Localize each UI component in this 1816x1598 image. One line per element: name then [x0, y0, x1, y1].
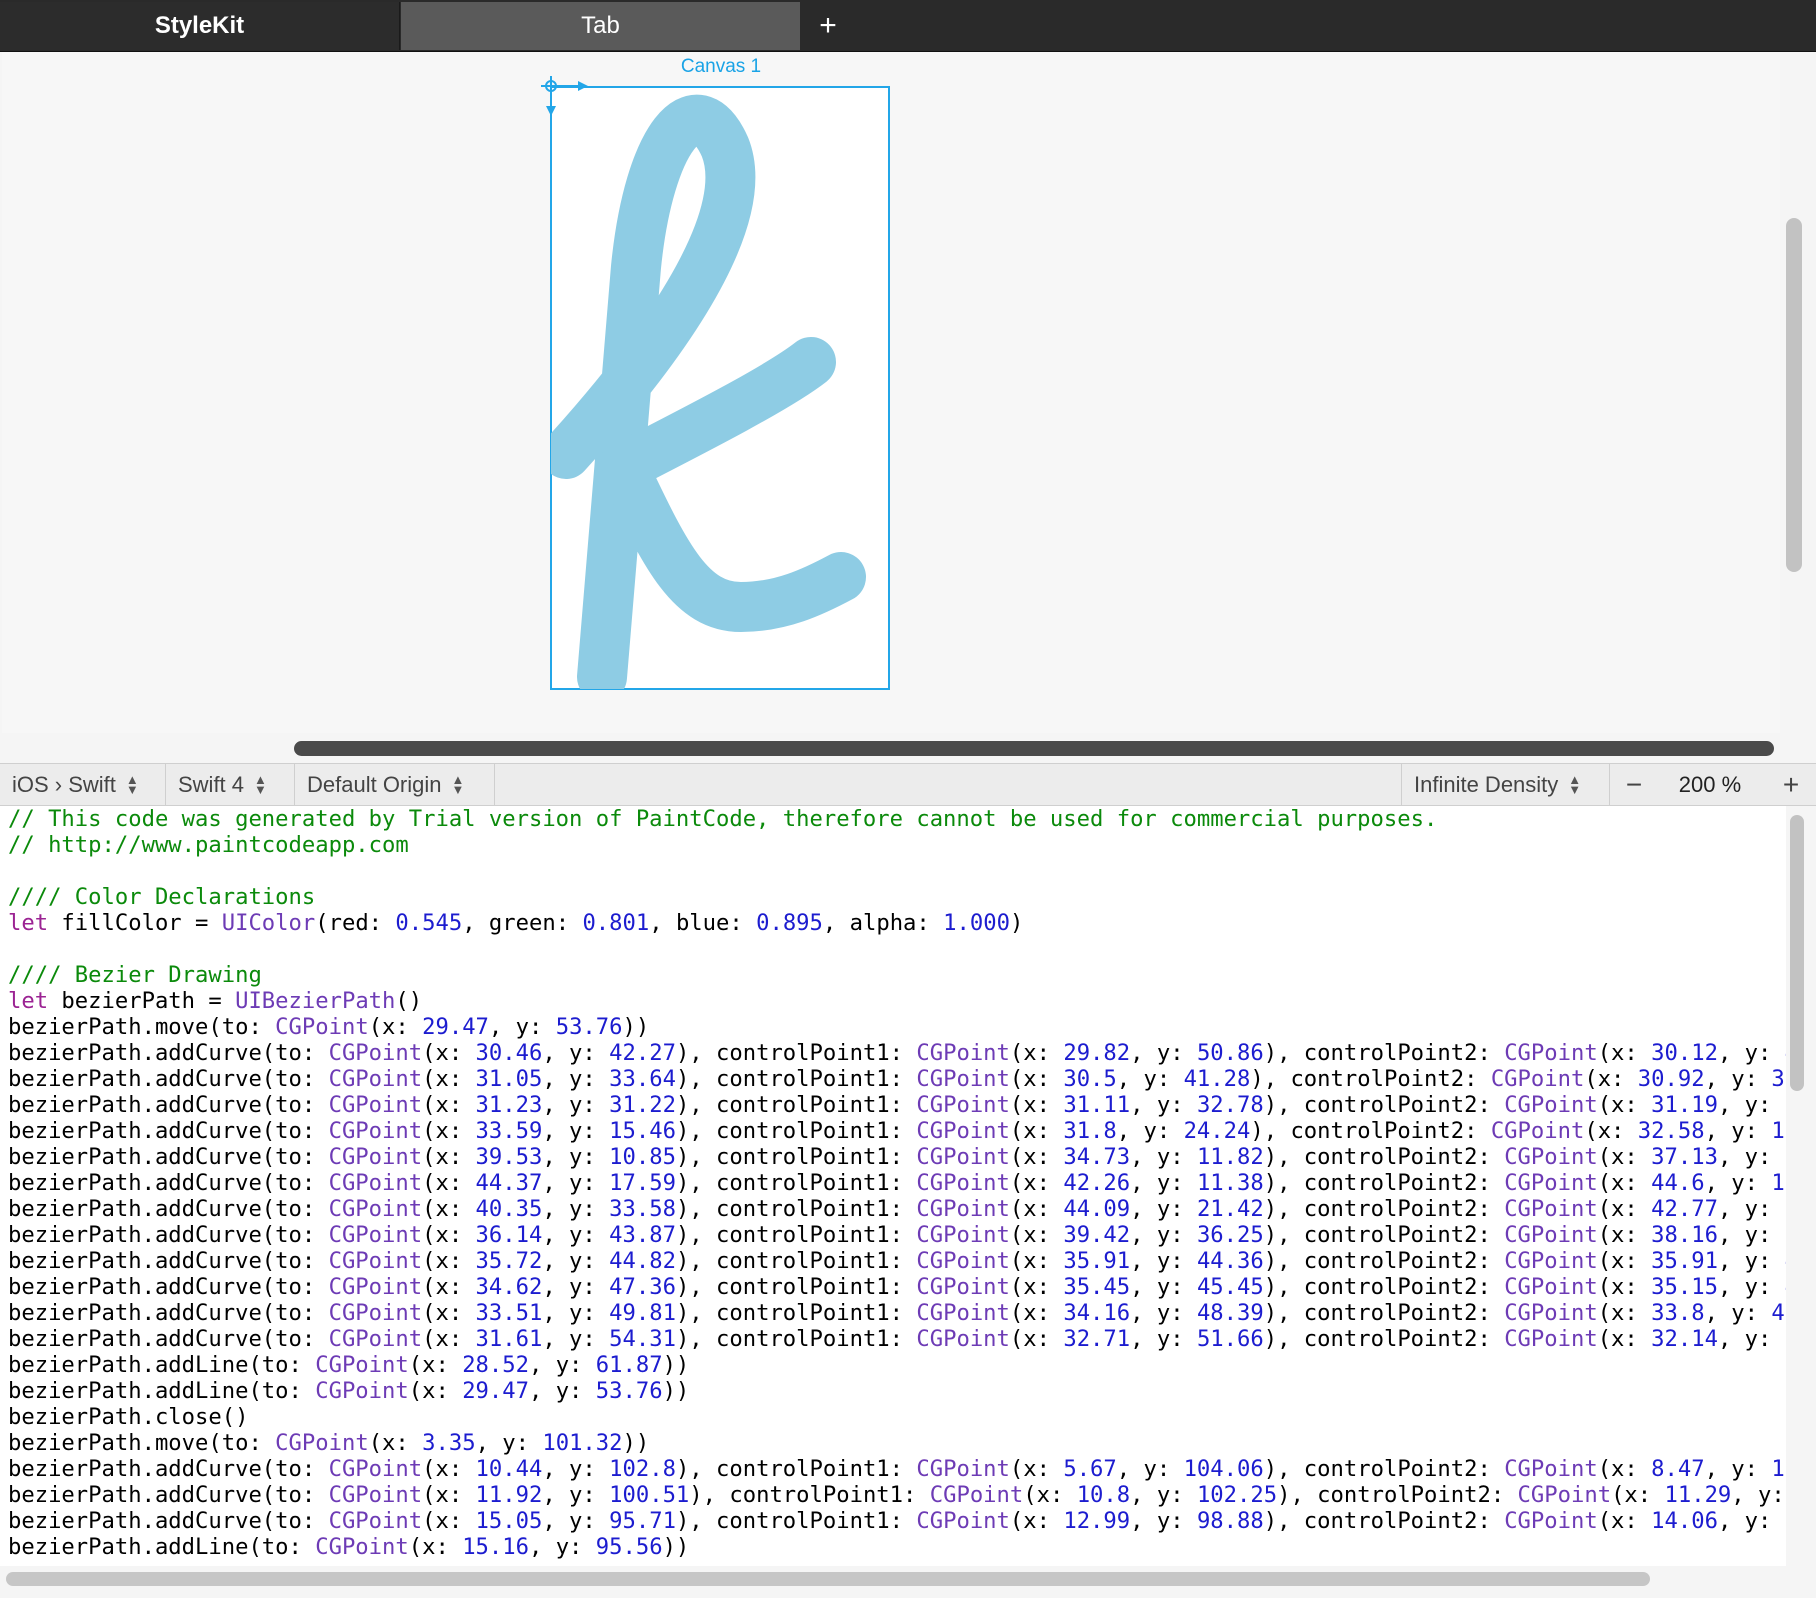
code-line: bezierPath.addCurve(to: CGPoint(x: 34.62… — [8, 1274, 1786, 1300]
code-line: bezierPath.addCurve(to: CGPoint(x: 36.14… — [8, 1222, 1786, 1248]
density-selector[interactable]: Infinite Density ▲ ▼ — [1401, 764, 1610, 805]
zoom-out-button[interactable]: − — [1619, 764, 1649, 805]
generated-code[interactable]: // This code was generated by Trial vers… — [0, 806, 1786, 1560]
swift-version-selector[interactable]: Swift 4 ▲ ▼ — [166, 764, 295, 805]
code-line: bezierPath.addCurve(to: CGPoint(x: 40.35… — [8, 1196, 1786, 1222]
code-line: //// Bezier Drawing — [8, 962, 262, 988]
code-toolbar: iOS › Swift ▲ ▼ Swift 4 ▲ ▼ Default Origin… — [0, 763, 1816, 806]
origin-label: Default Origin — [307, 771, 442, 797]
code-line: bezierPath.addCurve(to: CGPoint(x: 31.61… — [8, 1326, 1786, 1352]
code-line: bezierPath.addCurve(to: CGPoint(x: 11.92… — [8, 1482, 1785, 1508]
code-line: bezierPath.move(to: CGPoint(x: 29.47, y:… — [8, 1014, 650, 1040]
density-label: Infinite Density — [1414, 771, 1559, 797]
code-line: bezierPath.addCurve(to: CGPoint(x: 30.46… — [8, 1040, 1786, 1066]
code-vertical-scrollbar[interactable] — [1790, 815, 1804, 1091]
code-line: bezierPath.addCurve(to: CGPoint(x: 44.37… — [8, 1170, 1786, 1196]
code-line: let bezierPath = UIBezierPath() — [8, 988, 423, 1014]
add-tab-button[interactable]: + — [806, 2, 850, 50]
code-view[interactable]: // This code was generated by Trial vers… — [0, 806, 1786, 1566]
tab-bar: StyleKit Tab + — [0, 0, 1816, 52]
canvas-area[interactable] — [2, 52, 1780, 733]
canvas-label[interactable]: Canvas 1 — [550, 56, 892, 78]
code-line: bezierPath.addCurve(to: CGPoint(x: 33.59… — [8, 1118, 1786, 1144]
canvas-horizontal-scrollbar[interactable] — [294, 741, 1774, 756]
code-line: bezierPath.addCurve(to: CGPoint(x: 10.44… — [8, 1456, 1786, 1482]
code-line: bezierPath.addLine(to: CGPoint(x: 15.16,… — [8, 1534, 690, 1560]
code-line: bezierPath.addCurve(to: CGPoint(x: 31.05… — [8, 1066, 1786, 1092]
code-line: // http://www.paintcodeapp.com — [8, 832, 409, 858]
code-horizontal-scrollbar[interactable] — [6, 1572, 1650, 1586]
code-line: // This code was generated by Trial vers… — [8, 806, 1438, 832]
origin-selector[interactable]: Default Origin ▲ ▼ — [295, 764, 495, 805]
code-line: bezierPath.addCurve(to: CGPoint(x: 31.23… — [8, 1092, 1786, 1118]
letter-k-glyph[interactable] — [551, 87, 889, 689]
canvas-vertical-scrollbar[interactable] — [1786, 218, 1802, 572]
code-line: bezierPath.addCurve(to: CGPoint(x: 39.53… — [8, 1144, 1786, 1170]
platform-selector[interactable]: iOS › Swift ▲ ▼ — [0, 764, 166, 805]
code-line: bezierPath.addLine(to: CGPoint(x: 29.47,… — [8, 1378, 690, 1404]
tab-stylekit[interactable]: StyleKit — [0, 2, 400, 50]
platform-label: iOS › Swift — [12, 771, 116, 797]
up-down-arrows-icon: ▲ ▼ — [125, 771, 139, 797]
code-line: bezierPath.addCurve(to: CGPoint(x: 35.72… — [8, 1248, 1786, 1274]
origin-marker-icon[interactable] — [538, 74, 598, 134]
code-line: bezierPath.move(to: CGPoint(x: 3.35, y: … — [8, 1430, 650, 1456]
zoom-level: 200 % — [1678, 771, 1742, 797]
code-line: bezierPath.addCurve(to: CGPoint(x: 15.05… — [8, 1508, 1786, 1534]
zoom-in-button[interactable]: + — [1776, 764, 1806, 805]
code-line: bezierPath.addLine(to: CGPoint(x: 28.52,… — [8, 1352, 690, 1378]
up-down-arrows-icon: ▲ ▼ — [1568, 771, 1582, 797]
code-line: //// Color Declarations — [8, 884, 316, 910]
code-line: bezierPath.addCurve(to: CGPoint(x: 33.51… — [8, 1300, 1786, 1326]
swift-version-label: Swift 4 — [178, 771, 245, 797]
up-down-arrows-icon: ▲ ▼ — [451, 771, 465, 797]
code-line: bezierPath.close() — [8, 1404, 249, 1430]
tab-tab[interactable]: Tab — [401, 2, 800, 50]
up-down-arrows-icon: ▲ ▼ — [254, 771, 267, 797]
code-line: let fillColor = UIColor(red: 0.545, gree… — [8, 910, 1024, 936]
